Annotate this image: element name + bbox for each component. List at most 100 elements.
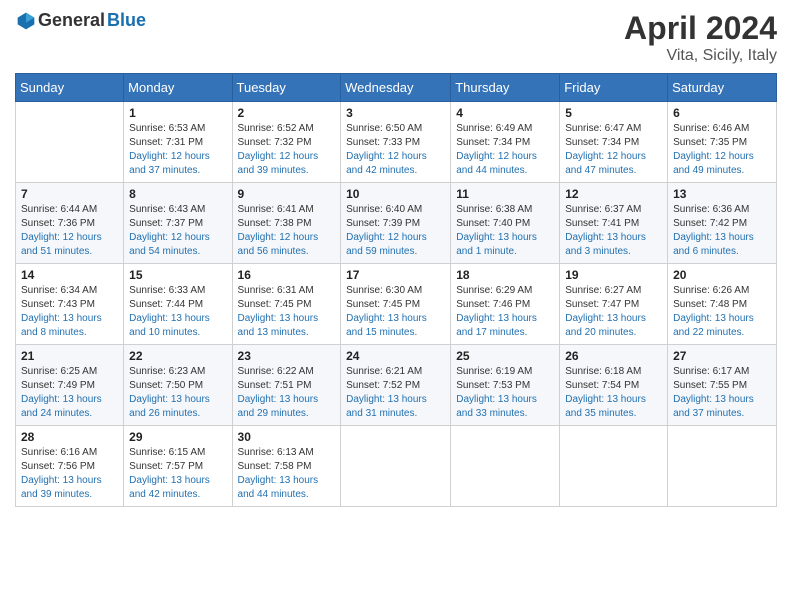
- day-info: Sunrise: 6:29 AM Sunset: 7:46 PM Dayligh…: [456, 284, 554, 340]
- calendar-cell: 20 Sunrise: 6:26 AM Sunset: 7:48 PM Dayl…: [668, 264, 777, 345]
- sunset-text: Sunset: 7:43 PM: [21, 299, 95, 310]
- calendar-cell: 8 Sunrise: 6:43 AM Sunset: 7:37 PM Dayli…: [124, 183, 232, 264]
- day-info: Sunrise: 6:44 AM Sunset: 7:36 PM Dayligh…: [21, 203, 118, 259]
- sunset-text: Sunset: 7:56 PM: [21, 461, 95, 472]
- sunset-text: Sunset: 7:57 PM: [129, 461, 203, 472]
- calendar-cell: 1 Sunrise: 6:53 AM Sunset: 7:31 PM Dayli…: [124, 102, 232, 183]
- sunrise-text: Sunrise: 6:23 AM: [129, 366, 205, 377]
- day-number: 8: [129, 187, 226, 201]
- calendar-cell: 26 Sunrise: 6:18 AM Sunset: 7:54 PM Dayl…: [560, 345, 668, 426]
- sunrise-text: Sunrise: 6:47 AM: [565, 123, 641, 134]
- day-info: Sunrise: 6:33 AM Sunset: 7:44 PM Dayligh…: [129, 284, 226, 340]
- daylight-text: Daylight: 13 hours and 8 minutes.: [21, 313, 102, 338]
- day-info: Sunrise: 6:37 AM Sunset: 7:41 PM Dayligh…: [565, 203, 662, 259]
- day-info: Sunrise: 6:15 AM Sunset: 7:57 PM Dayligh…: [129, 446, 226, 502]
- calendar-cell: 7 Sunrise: 6:44 AM Sunset: 7:36 PM Dayli…: [16, 183, 124, 264]
- logo-icon: [16, 11, 36, 31]
- sunrise-text: Sunrise: 6:26 AM: [673, 285, 749, 296]
- sunrise-text: Sunrise: 6:31 AM: [238, 285, 314, 296]
- sunset-text: Sunset: 7:42 PM: [673, 218, 747, 229]
- sunrise-text: Sunrise: 6:34 AM: [21, 285, 97, 296]
- daylight-text: Daylight: 12 hours and 39 minutes.: [238, 151, 319, 176]
- daylight-text: Daylight: 13 hours and 39 minutes.: [21, 475, 102, 500]
- sunset-text: Sunset: 7:36 PM: [21, 218, 95, 229]
- logo-text-blue: Blue: [107, 10, 146, 31]
- sunset-text: Sunset: 7:32 PM: [238, 137, 312, 148]
- calendar-cell: 17 Sunrise: 6:30 AM Sunset: 7:45 PM Dayl…: [341, 264, 451, 345]
- sunrise-text: Sunrise: 6:18 AM: [565, 366, 641, 377]
- calendar-cell: [451, 426, 560, 507]
- sunrise-text: Sunrise: 6:30 AM: [346, 285, 422, 296]
- calendar-week-row: 1 Sunrise: 6:53 AM Sunset: 7:31 PM Dayli…: [16, 102, 777, 183]
- sunrise-text: Sunrise: 6:27 AM: [565, 285, 641, 296]
- sunset-text: Sunset: 7:49 PM: [21, 380, 95, 391]
- sunset-text: Sunset: 7:53 PM: [456, 380, 530, 391]
- daylight-text: Daylight: 13 hours and 20 minutes.: [565, 313, 646, 338]
- sunset-text: Sunset: 7:40 PM: [456, 218, 530, 229]
- location-title: Vita, Sicily, Italy: [624, 47, 777, 65]
- sunrise-text: Sunrise: 6:13 AM: [238, 447, 314, 458]
- day-info: Sunrise: 6:26 AM Sunset: 7:48 PM Dayligh…: [673, 284, 771, 340]
- daylight-text: Daylight: 13 hours and 10 minutes.: [129, 313, 210, 338]
- sunset-text: Sunset: 7:58 PM: [238, 461, 312, 472]
- day-number: 15: [129, 268, 226, 282]
- daylight-text: Daylight: 12 hours and 59 minutes.: [346, 232, 427, 257]
- calendar-cell: 11 Sunrise: 6:38 AM Sunset: 7:40 PM Dayl…: [451, 183, 560, 264]
- day-number: 11: [456, 187, 554, 201]
- sunset-text: Sunset: 7:44 PM: [129, 299, 203, 310]
- sunrise-text: Sunrise: 6:43 AM: [129, 204, 205, 215]
- sunset-text: Sunset: 7:46 PM: [456, 299, 530, 310]
- calendar-cell: 2 Sunrise: 6:52 AM Sunset: 7:32 PM Dayli…: [232, 102, 341, 183]
- day-info: Sunrise: 6:52 AM Sunset: 7:32 PM Dayligh…: [238, 122, 336, 178]
- calendar-cell: 19 Sunrise: 6:27 AM Sunset: 7:47 PM Dayl…: [560, 264, 668, 345]
- day-number: 9: [238, 187, 336, 201]
- title-block: April 2024 Vita, Sicily, Italy: [624, 10, 777, 65]
- calendar-cell: 9 Sunrise: 6:41 AM Sunset: 7:38 PM Dayli…: [232, 183, 341, 264]
- daylight-text: Daylight: 13 hours and 1 minute.: [456, 232, 537, 257]
- day-info: Sunrise: 6:40 AM Sunset: 7:39 PM Dayligh…: [346, 203, 445, 259]
- sunset-text: Sunset: 7:39 PM: [346, 218, 420, 229]
- day-number: 2: [238, 106, 336, 120]
- sunset-text: Sunset: 7:38 PM: [238, 218, 312, 229]
- day-info: Sunrise: 6:18 AM Sunset: 7:54 PM Dayligh…: [565, 365, 662, 421]
- calendar-cell: 30 Sunrise: 6:13 AM Sunset: 7:58 PM Dayl…: [232, 426, 341, 507]
- day-number: 3: [346, 106, 445, 120]
- calendar-cell: 28 Sunrise: 6:16 AM Sunset: 7:56 PM Dayl…: [16, 426, 124, 507]
- weekday-header-wednesday: Wednesday: [341, 74, 451, 102]
- daylight-text: Daylight: 12 hours and 54 minutes.: [129, 232, 210, 257]
- day-info: Sunrise: 6:49 AM Sunset: 7:34 PM Dayligh…: [456, 122, 554, 178]
- sunrise-text: Sunrise: 6:21 AM: [346, 366, 422, 377]
- day-info: Sunrise: 6:38 AM Sunset: 7:40 PM Dayligh…: [456, 203, 554, 259]
- sunrise-text: Sunrise: 6:38 AM: [456, 204, 532, 215]
- calendar-week-row: 14 Sunrise: 6:34 AM Sunset: 7:43 PM Dayl…: [16, 264, 777, 345]
- day-number: 26: [565, 349, 662, 363]
- sunset-text: Sunset: 7:31 PM: [129, 137, 203, 148]
- day-info: Sunrise: 6:13 AM Sunset: 7:58 PM Dayligh…: [238, 446, 336, 502]
- calendar-cell: 3 Sunrise: 6:50 AM Sunset: 7:33 PM Dayli…: [341, 102, 451, 183]
- day-info: Sunrise: 6:36 AM Sunset: 7:42 PM Dayligh…: [673, 203, 771, 259]
- calendar-week-row: 28 Sunrise: 6:16 AM Sunset: 7:56 PM Dayl…: [16, 426, 777, 507]
- month-title: April 2024: [624, 10, 777, 47]
- calendar-cell: 29 Sunrise: 6:15 AM Sunset: 7:57 PM Dayl…: [124, 426, 232, 507]
- day-info: Sunrise: 6:21 AM Sunset: 7:52 PM Dayligh…: [346, 365, 445, 421]
- day-number: 18: [456, 268, 554, 282]
- day-number: 24: [346, 349, 445, 363]
- sunset-text: Sunset: 7:41 PM: [565, 218, 639, 229]
- day-number: 22: [129, 349, 226, 363]
- sunrise-text: Sunrise: 6:41 AM: [238, 204, 314, 215]
- sunset-text: Sunset: 7:52 PM: [346, 380, 420, 391]
- calendar-cell: 25 Sunrise: 6:19 AM Sunset: 7:53 PM Dayl…: [451, 345, 560, 426]
- calendar-cell: 18 Sunrise: 6:29 AM Sunset: 7:46 PM Dayl…: [451, 264, 560, 345]
- day-info: Sunrise: 6:46 AM Sunset: 7:35 PM Dayligh…: [673, 122, 771, 178]
- day-number: 6: [673, 106, 771, 120]
- sunset-text: Sunset: 7:37 PM: [129, 218, 203, 229]
- weekday-header-row: SundayMondayTuesdayWednesdayThursdayFrid…: [16, 74, 777, 102]
- sunrise-text: Sunrise: 6:49 AM: [456, 123, 532, 134]
- daylight-text: Daylight: 13 hours and 3 minutes.: [565, 232, 646, 257]
- day-number: 29: [129, 430, 226, 444]
- sunset-text: Sunset: 7:54 PM: [565, 380, 639, 391]
- day-number: 10: [346, 187, 445, 201]
- sunrise-text: Sunrise: 6:29 AM: [456, 285, 532, 296]
- calendar-week-row: 7 Sunrise: 6:44 AM Sunset: 7:36 PM Dayli…: [16, 183, 777, 264]
- daylight-text: Daylight: 13 hours and 42 minutes.: [129, 475, 210, 500]
